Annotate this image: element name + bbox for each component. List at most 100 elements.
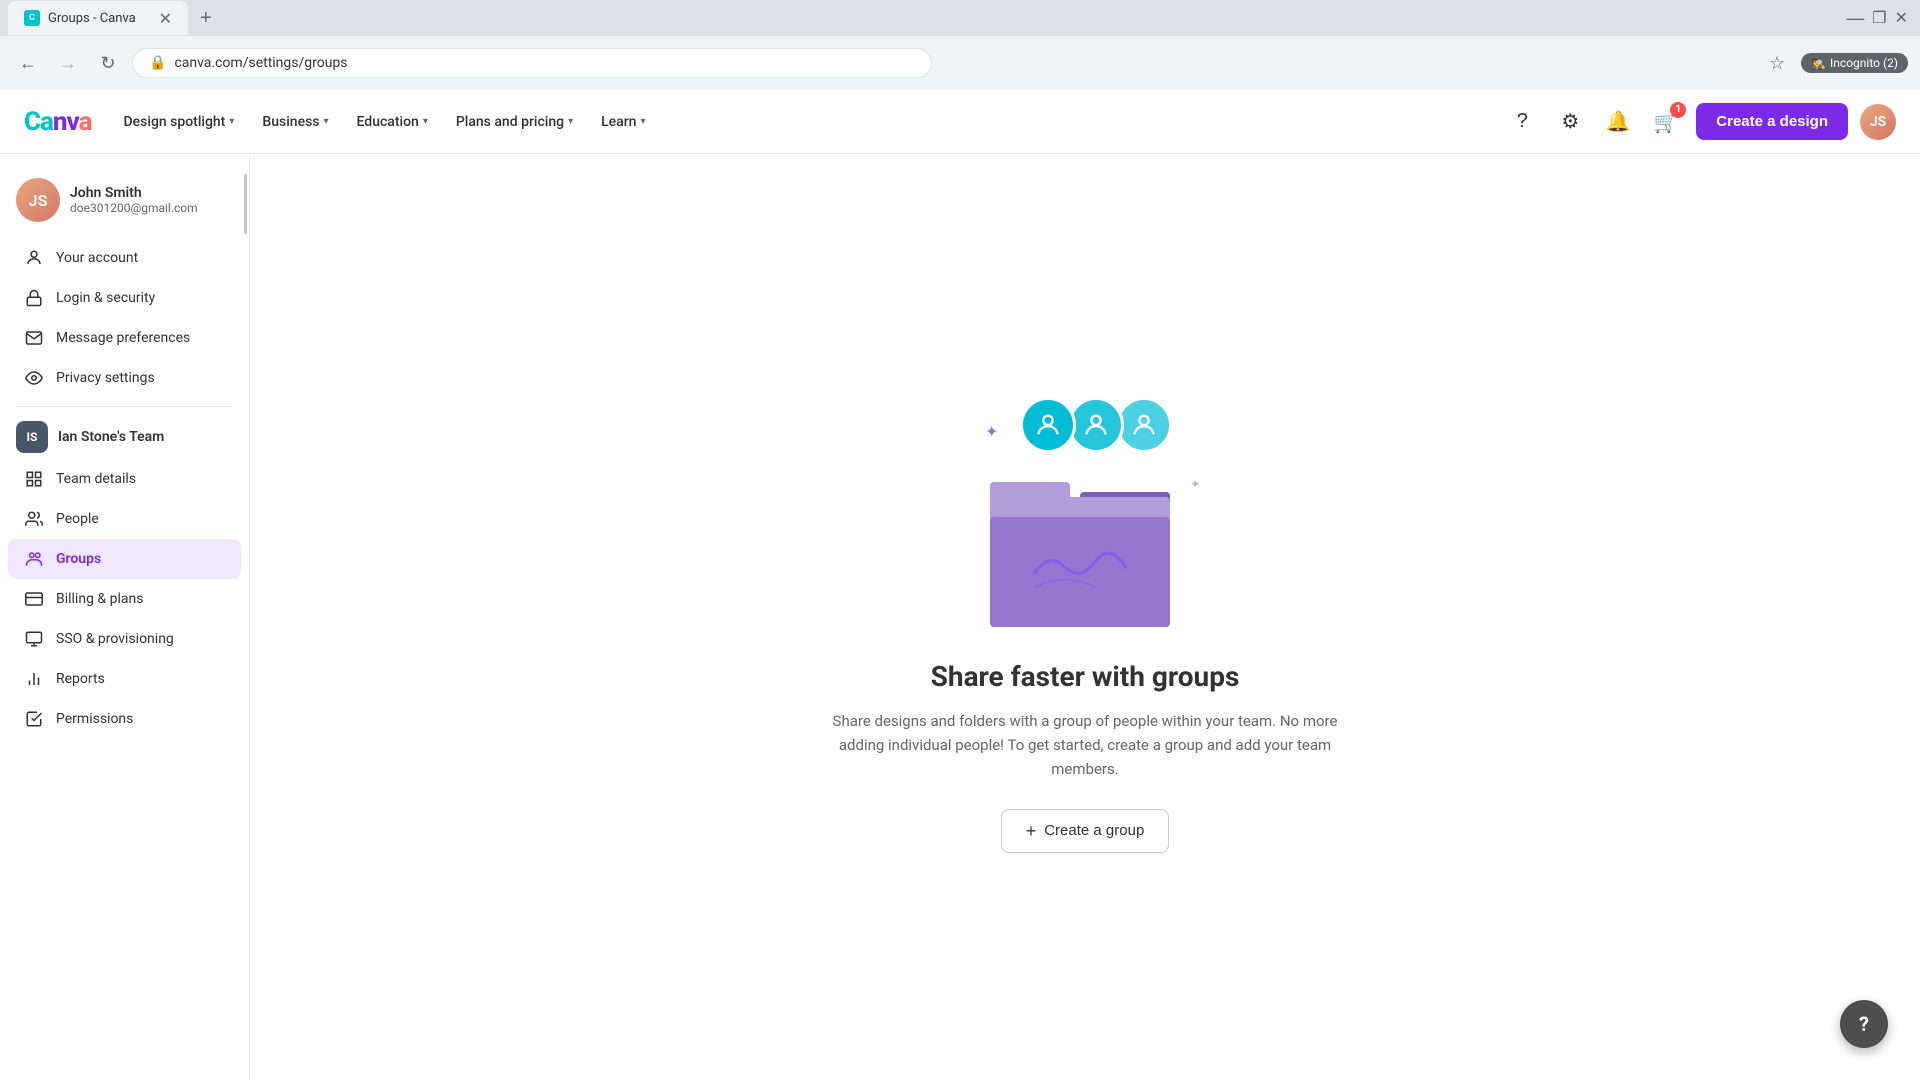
sparkle-icon-1: ✦ xyxy=(985,422,998,441)
close-button[interactable]: ✕ xyxy=(1895,8,1908,29)
canva-logo[interactable]: Canva xyxy=(24,107,92,137)
nav-item-learn[interactable]: Learn ▾ xyxy=(589,106,657,138)
team-name: Ian Stone's Team xyxy=(58,429,164,445)
grid-icon xyxy=(24,469,44,489)
browser-tab-active[interactable]: C Groups - Canva ✕ xyxy=(8,1,188,35)
incognito-badge: 🕵 Incognito (2) xyxy=(1801,53,1908,73)
sidebar-item-privacy-settings[interactable]: Privacy settings xyxy=(8,358,241,398)
sidebar-item-label: Team details xyxy=(56,471,136,487)
message-icon xyxy=(24,328,44,348)
profile-email: doe301200@gmail.com xyxy=(70,201,198,215)
sidebar-item-label: Permissions xyxy=(56,711,133,727)
chevron-down-icon: ▾ xyxy=(423,116,428,127)
sidebar-item-label: People xyxy=(56,511,99,527)
tab-title: Groups - Canva xyxy=(48,11,136,26)
nav-item-business[interactable]: Business ▾ xyxy=(250,106,340,138)
sidebar-item-label: Your account xyxy=(56,250,138,266)
people-icon xyxy=(24,509,44,529)
chevron-down-icon: ▾ xyxy=(568,116,573,127)
tab-close-icon[interactable]: ✕ xyxy=(159,9,172,28)
plus-icon: + xyxy=(1026,822,1037,840)
sidebar-item-label: SSO & provisioning xyxy=(56,631,174,647)
cart-button[interactable]: 🛒 1 xyxy=(1648,104,1684,140)
help-fab-button[interactable]: ? xyxy=(1840,1000,1888,1048)
sidebar-divider xyxy=(16,406,233,407)
reports-icon xyxy=(24,669,44,689)
sidebar-item-permissions[interactable]: Permissions xyxy=(8,699,241,739)
sidebar-item-groups[interactable]: Groups xyxy=(8,539,241,579)
nav-items: Design spotlight ▾ Business ▾ Education … xyxy=(112,106,1497,138)
sidebar-item-label: Login & security xyxy=(56,290,155,306)
nav-item-education[interactable]: Education ▾ xyxy=(345,106,440,138)
bookmark-button[interactable]: ☆ xyxy=(1761,47,1793,79)
lock-icon: 🔒 xyxy=(149,55,166,71)
avatar-circle-1 xyxy=(1020,397,1076,453)
chevron-down-icon: ▾ xyxy=(640,116,645,127)
chevron-down-icon: ▾ xyxy=(229,116,234,127)
nav-item-plans-pricing[interactable]: Plans and pricing ▾ xyxy=(444,106,585,138)
sidebar-item-label: Privacy settings xyxy=(56,370,155,386)
create-design-button[interactable]: Create a design xyxy=(1696,103,1848,140)
avatar-circle-3 xyxy=(1116,397,1172,453)
scroll-indicator[interactable] xyxy=(244,174,247,234)
sidebar-item-login-security[interactable]: Login & security xyxy=(8,278,241,318)
new-tab-button[interactable]: + xyxy=(192,4,220,32)
sidebar: JS John Smith doe301200@gmail.com Your a… xyxy=(0,154,250,1080)
sidebar-item-reports[interactable]: Reports xyxy=(8,659,241,699)
sidebar-item-label: Message preferences xyxy=(56,330,190,346)
groups-illustration: ✦ ✦ ✦ xyxy=(925,382,1245,632)
forward-button[interactable]: → xyxy=(52,47,84,79)
cart-badge: 1 xyxy=(1670,102,1686,118)
permissions-icon xyxy=(24,709,44,729)
user-profile: JS John Smith doe301200@gmail.com xyxy=(0,170,249,238)
folder-illustration xyxy=(970,452,1200,632)
profile-info: John Smith doe301200@gmail.com xyxy=(70,185,198,215)
lock-icon xyxy=(24,288,44,308)
eye-icon xyxy=(24,368,44,388)
team-section: IS Ian Stone's Team Team details People xyxy=(0,415,249,739)
team-avatar: IS xyxy=(16,421,48,453)
avatar-circles-group xyxy=(1020,397,1172,453)
main-layout: JS John Smith doe301200@gmail.com Your a… xyxy=(0,154,1920,1080)
sidebar-item-billing-plans[interactable]: Billing & plans xyxy=(8,579,241,619)
nav-item-design-spotlight[interactable]: Design spotlight ▾ xyxy=(112,106,247,138)
empty-state-description: Share designs and folders with a group o… xyxy=(825,709,1345,781)
back-button[interactable]: ← xyxy=(12,47,44,79)
sso-icon xyxy=(24,629,44,649)
sidebar-item-team-details[interactable]: Team details xyxy=(8,459,241,499)
tab-favicon: C xyxy=(24,10,40,26)
sidebar-item-label: Reports xyxy=(56,671,105,687)
maximize-button[interactable]: ❐ xyxy=(1872,8,1886,29)
reload-button[interactable]: ↻ xyxy=(92,47,124,79)
sidebar-item-sso-provisioning[interactable]: SSO & provisioning xyxy=(8,619,241,659)
canva-app: Canva Design spotlight ▾ Business ▾ Educ… xyxy=(0,90,1920,1080)
minimize-button[interactable]: — xyxy=(1846,8,1864,29)
groups-empty-state: ✦ ✦ ✦ xyxy=(825,382,1345,853)
browser-chrome: C Groups - Canva ✕ + — ❐ ✕ ← → ↻ 🔒 canva… xyxy=(0,0,1920,90)
sidebar-item-label: Billing & plans xyxy=(56,591,143,607)
chevron-down-icon: ▾ xyxy=(324,116,329,127)
avatar-circle-2 xyxy=(1068,397,1124,453)
address-bar[interactable]: 🔒 canva.com/settings/groups xyxy=(132,48,932,78)
sidebar-item-message-preferences[interactable]: Message preferences xyxy=(8,318,241,358)
browser-tabs-bar: C Groups - Canva ✕ + — ❐ ✕ xyxy=(0,0,1920,36)
sidebar-item-label: Groups xyxy=(56,551,101,567)
sidebar-item-people[interactable]: People xyxy=(8,499,241,539)
top-nav: Canva Design spotlight ▾ Business ▾ Educ… xyxy=(0,90,1920,154)
user-avatar[interactable]: JS xyxy=(1860,104,1896,140)
url-text: canva.com/settings/groups xyxy=(174,55,347,71)
profile-name: John Smith xyxy=(70,185,198,201)
nav-right-actions: ? ⚙ 🔔 🛒 1 Create a design JS xyxy=(1504,103,1896,140)
browser-nav-bar: ← → ↻ 🔒 canva.com/settings/groups ☆ 🕵 In… xyxy=(0,36,1920,90)
settings-icon-button[interactable]: ⚙ xyxy=(1552,104,1588,140)
account-section: Your account Login & security Message pr… xyxy=(0,238,249,398)
groups-icon xyxy=(24,549,44,569)
notifications-icon-button[interactable]: 🔔 xyxy=(1600,104,1636,140)
person-icon xyxy=(24,248,44,268)
profile-avatar: JS xyxy=(16,178,60,222)
create-group-button[interactable]: + Create a group xyxy=(1001,809,1170,853)
team-header: IS Ian Stone's Team xyxy=(0,415,249,459)
billing-icon xyxy=(24,589,44,609)
help-icon-button[interactable]: ? xyxy=(1504,104,1540,140)
sidebar-item-your-account[interactable]: Your account xyxy=(8,238,241,278)
